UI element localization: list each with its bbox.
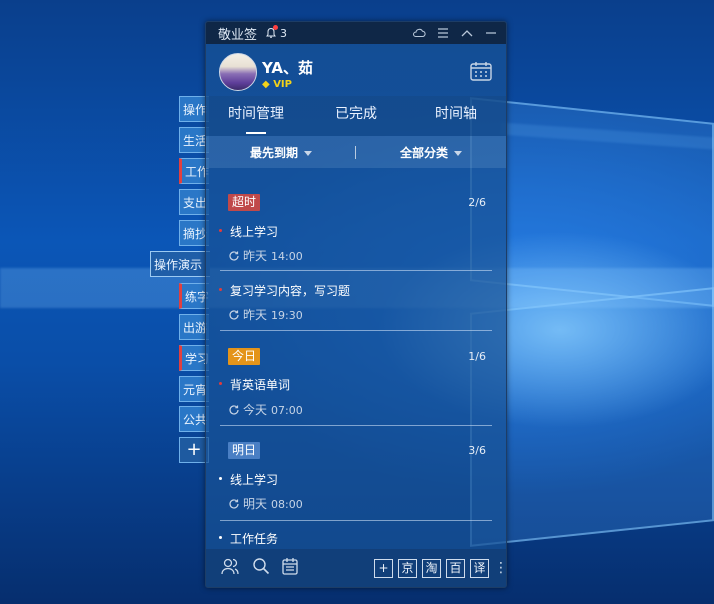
- menu-icon[interactable]: [436, 26, 450, 40]
- task-bullet: [219, 382, 222, 385]
- avatar[interactable]: [219, 53, 257, 91]
- notification-dot: [273, 25, 279, 30]
- profile-header: YA、茹 ◆ VIP: [206, 44, 506, 96]
- filter-bar: 最先到期 全部分类: [206, 136, 506, 168]
- jd-shortcut-button[interactable]: 京: [398, 558, 417, 578]
- task-list: 超时 2/6 线上学习 昨天 14:00 复习学习内容，写习题 昨天 19:30 今…: [206, 168, 506, 548]
- sort-dropdown[interactable]: 最先到期: [206, 144, 356, 161]
- notification-count: 3: [280, 26, 288, 40]
- group-badge-tomorrow: 明日: [228, 442, 261, 459]
- chevron-down-icon: [454, 150, 462, 156]
- task-title[interactable]: 复习学习内容，写习题: [230, 282, 350, 299]
- task-title[interactable]: 线上学习: [230, 223, 278, 240]
- bell-icon[interactable]: [265, 25, 279, 39]
- cloud-icon[interactable]: [412, 26, 426, 40]
- divider: [220, 520, 492, 521]
- calendar-list-icon[interactable]: [282, 557, 298, 579]
- app-title: 敬业签: [218, 27, 258, 43]
- minimize-icon[interactable]: [484, 26, 498, 40]
- vip-badge: ◆ VIP: [262, 79, 292, 90]
- tab-timeline[interactable]: 时间轴: [406, 96, 506, 136]
- group-count: 2/6: [468, 196, 486, 209]
- task-title[interactable]: 背英语单词: [230, 376, 290, 393]
- app-panel: 敬业签 3 YA、茹 ◆ VIP 时间管理 已完成 时间轴 最先到期 全部分类 …: [205, 21, 507, 588]
- diamond-icon: ◆: [262, 79, 270, 90]
- group-count: 1/6: [468, 350, 486, 363]
- category-dropdown[interactable]: 全部分类: [356, 144, 506, 161]
- title-bar[interactable]: 敬业签 3: [206, 22, 506, 44]
- more-options-icon[interactable]: ⋮: [494, 561, 506, 575]
- task-time: 明天 08:00: [228, 495, 303, 513]
- tab-time-management[interactable]: 时间管理: [206, 96, 306, 136]
- taobao-shortcut-button[interactable]: 淘: [422, 558, 441, 578]
- bottom-toolbar: + 京 淘 百 译 ⋮: [206, 549, 506, 587]
- main-tabs: 时间管理 已完成 时间轴: [206, 96, 506, 136]
- active-tab-indicator: [246, 132, 266, 134]
- repeat-icon: [228, 498, 240, 513]
- calendar-icon[interactable]: [470, 61, 492, 85]
- group-badge-today: 今日: [228, 348, 261, 365]
- username: YA、茹: [262, 59, 314, 77]
- task-bullet: [219, 477, 222, 480]
- divider: [220, 270, 492, 271]
- task-time: 今天 07:00: [228, 401, 303, 419]
- repeat-icon: [228, 250, 240, 265]
- repeat-icon: [228, 404, 240, 419]
- task-title[interactable]: 工作任务: [230, 530, 278, 547]
- collapse-icon[interactable]: [460, 26, 474, 40]
- task-bullet: [219, 288, 222, 291]
- tab-completed[interactable]: 已完成: [306, 96, 406, 136]
- divider: [220, 425, 492, 426]
- task-time: 昨天 19:30: [228, 306, 303, 324]
- translate-shortcut-button[interactable]: 译: [470, 558, 489, 578]
- contacts-icon[interactable]: [220, 557, 240, 579]
- task-bullet: [219, 229, 222, 232]
- task-bullet: [219, 536, 222, 539]
- baidu-shortcut-button[interactable]: 百: [446, 558, 465, 578]
- divider: [220, 330, 492, 331]
- side-tab-active[interactable]: 操作演示: [150, 251, 210, 277]
- divider: [355, 146, 356, 159]
- group-badge-overdue: 超时: [228, 194, 261, 211]
- task-time: 昨天 14:00: [228, 247, 303, 265]
- task-title[interactable]: 线上学习: [230, 471, 278, 488]
- search-icon[interactable]: [252, 557, 270, 579]
- repeat-icon: [228, 309, 240, 324]
- chevron-down-icon: [304, 150, 312, 156]
- group-count: 3/6: [468, 444, 486, 457]
- add-task-button[interactable]: +: [374, 558, 393, 578]
